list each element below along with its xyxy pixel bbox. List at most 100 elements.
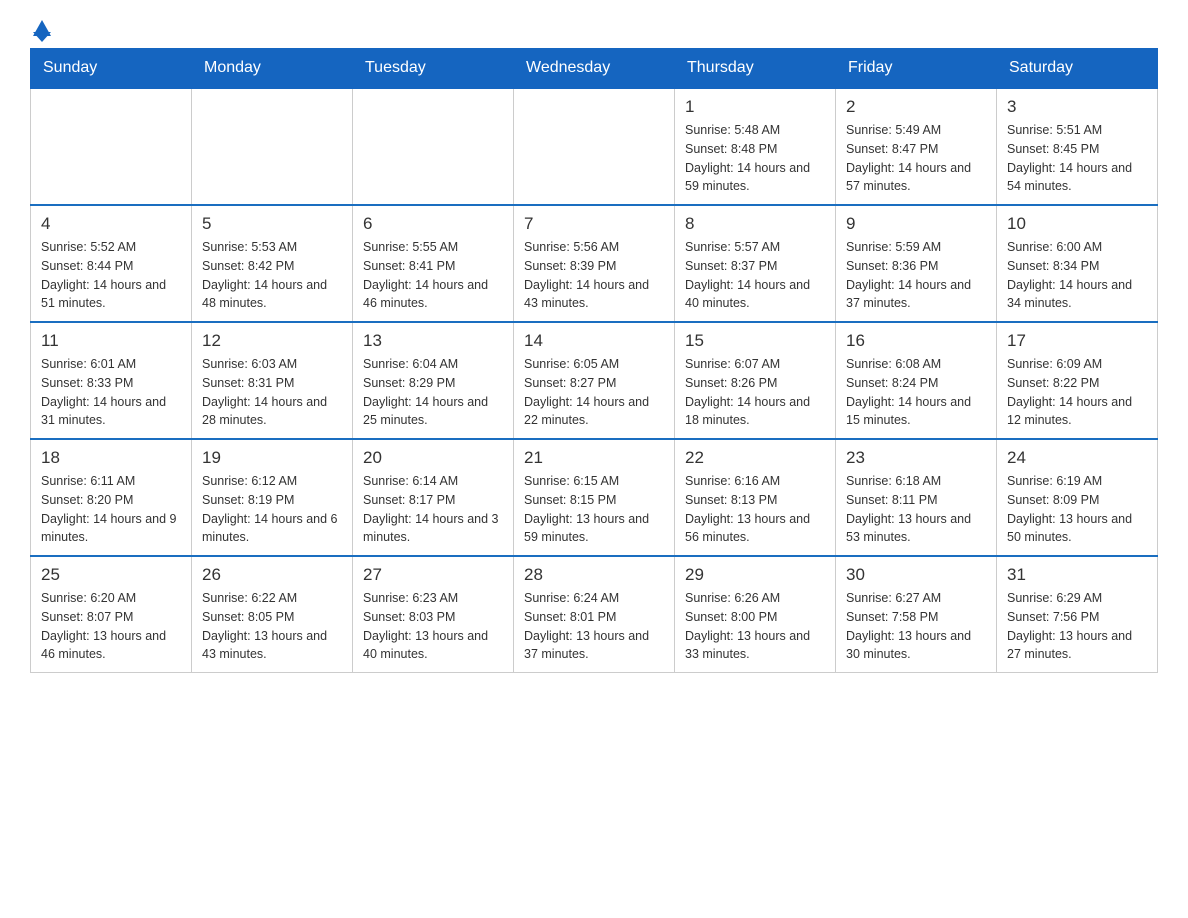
calendar-cell: 7 Sunrise: 5:56 AMSunset: 8:39 PMDaylight… [514,205,675,322]
calendar-cell: 5 Sunrise: 5:53 AMSunset: 8:42 PMDaylight… [192,205,353,322]
week-row-2: 11Sunrise: 6:01 AMSunset: 8:33 PMDayligh… [31,322,1158,439]
day-info: Sunrise: 6:26 AMSunset: 8:00 PMDaylight:… [685,589,825,664]
header [30,20,1158,38]
calendar-cell: 20 Sunrise: 6:14 AMSunset: 8:17 PMDayligh… [353,439,514,556]
weekday-header-wednesday: Wednesday [514,49,675,89]
day-number: 17 [1007,331,1147,351]
day-info: Sunrise: 5:55 AMSunset: 8:41 PMDaylight:… [363,238,503,313]
day-info: Sunrise: 6:04 AMSunset: 8:29 PMDaylight:… [363,355,503,430]
day-number: 25 [41,565,181,585]
day-info: Sunrise: 5:59 AMSunset: 8:36 PMDaylight:… [846,238,986,313]
calendar-cell [514,88,675,205]
day-number: 31 [1007,565,1147,585]
calendar-cell: 14 Sunrise: 6:05 AMSunset: 8:27 PMDayligh… [514,322,675,439]
calendar-cell: 6 Sunrise: 5:55 AMSunset: 8:41 PMDaylight… [353,205,514,322]
week-row-0: 1Sunrise: 5:48 AMSunset: 8:48 PMDaylight… [31,88,1158,205]
day-info: Sunrise: 6:08 AMSunset: 8:24 PMDaylight:… [846,355,986,430]
calendar-cell: 2 Sunrise: 5:49 AMSunset: 8:47 PMDaylight… [836,88,997,205]
day-number: 11 [41,331,181,351]
calendar-cell: 26 Sunrise: 6:22 AMSunset: 8:05 PMDayligh… [192,556,353,673]
day-number: 7 [524,214,664,234]
day-number: 20 [363,448,503,468]
day-number: 26 [202,565,342,585]
day-number: 29 [685,565,825,585]
day-info: Sunrise: 6:12 AMSunset: 8:19 PMDaylight:… [202,472,342,547]
day-info: Sunrise: 6:09 AMSunset: 8:22 PMDaylight:… [1007,355,1147,430]
day-number: 15 [685,331,825,351]
day-info: Sunrise: 6:11 AMSunset: 8:20 PMDaylight:… [41,472,181,547]
day-number: 5 [202,214,342,234]
day-info: Sunrise: 6:16 AMSunset: 8:13 PMDaylight:… [685,472,825,547]
day-number: 30 [846,565,986,585]
weekday-header-monday: Monday [192,49,353,89]
day-info: Sunrise: 6:24 AMSunset: 8:01 PMDaylight:… [524,589,664,664]
day-info: Sunrise: 6:27 AMSunset: 7:58 PMDaylight:… [846,589,986,664]
week-row-3: 18Sunrise: 6:11 AMSunset: 8:20 PMDayligh… [31,439,1158,556]
day-info: Sunrise: 6:18 AMSunset: 8:11 PMDaylight:… [846,472,986,547]
day-info: Sunrise: 6:20 AMSunset: 8:07 PMDaylight:… [41,589,181,664]
day-number: 21 [524,448,664,468]
day-info: Sunrise: 5:52 AMSunset: 8:44 PMDaylight:… [41,238,181,313]
day-number: 14 [524,331,664,351]
day-info: Sunrise: 5:49 AMSunset: 8:47 PMDaylight:… [846,121,986,196]
calendar-cell: 25 Sunrise: 6:20 AMSunset: 8:07 PMDayligh… [31,556,192,673]
day-number: 6 [363,214,503,234]
calendar-cell: 17 Sunrise: 6:09 AMSunset: 8:22 PMDayligh… [997,322,1158,439]
day-info: Sunrise: 5:53 AMSunset: 8:42 PMDaylight:… [202,238,342,313]
calendar-cell: 18Sunrise: 6:11 AMSunset: 8:20 PMDayligh… [31,439,192,556]
day-info: Sunrise: 5:48 AMSunset: 8:48 PMDaylight:… [685,121,825,196]
weekday-header-tuesday: Tuesday [353,49,514,89]
day-number: 22 [685,448,825,468]
week-row-1: 4 Sunrise: 5:52 AMSunset: 8:44 PMDaylight… [31,205,1158,322]
day-number: 13 [363,331,503,351]
day-number: 16 [846,331,986,351]
day-number: 2 [846,97,986,117]
day-number: 12 [202,331,342,351]
day-info: Sunrise: 6:03 AMSunset: 8:31 PMDaylight:… [202,355,342,430]
day-info: Sunrise: 6:14 AMSunset: 8:17 PMDaylight:… [363,472,503,547]
day-info: Sunrise: 6:19 AMSunset: 8:09 PMDaylight:… [1007,472,1147,547]
day-info: Sunrise: 6:05 AMSunset: 8:27 PMDaylight:… [524,355,664,430]
logo [30,20,51,38]
day-info: Sunrise: 6:29 AMSunset: 7:56 PMDaylight:… [1007,589,1147,664]
calendar-cell: 27 Sunrise: 6:23 AMSunset: 8:03 PMDayligh… [353,556,514,673]
weekday-header-friday: Friday [836,49,997,89]
calendar-cell: 28 Sunrise: 6:24 AMSunset: 8:01 PMDayligh… [514,556,675,673]
day-number: 4 [41,214,181,234]
calendar-cell: 4 Sunrise: 5:52 AMSunset: 8:44 PMDaylight… [31,205,192,322]
weekday-header-sunday: Sunday [31,49,192,89]
day-number: 8 [685,214,825,234]
calendar-cell: 11Sunrise: 6:01 AMSunset: 8:33 PMDayligh… [31,322,192,439]
weekday-header-saturday: Saturday [997,49,1158,89]
calendar-cell [31,88,192,205]
calendar-cell: 24Sunrise: 6:19 AMSunset: 8:09 PMDayligh… [997,439,1158,556]
calendar-cell: 3 Sunrise: 5:51 AMSunset: 8:45 PMDaylight… [997,88,1158,205]
day-number: 3 [1007,97,1147,117]
calendar-cell: 16 Sunrise: 6:08 AMSunset: 8:24 PMDayligh… [836,322,997,439]
calendar-cell: 21 Sunrise: 6:15 AMSunset: 8:15 PMDayligh… [514,439,675,556]
day-info: Sunrise: 5:51 AMSunset: 8:45 PMDaylight:… [1007,121,1147,196]
day-number: 27 [363,565,503,585]
day-number: 19 [202,448,342,468]
day-number: 23 [846,448,986,468]
calendar-cell: 9 Sunrise: 5:59 AMSunset: 8:36 PMDaylight… [836,205,997,322]
weekday-header-row: SundayMondayTuesdayWednesdayThursdayFrid… [31,49,1158,89]
calendar: SundayMondayTuesdayWednesdayThursdayFrid… [30,48,1158,673]
day-info: Sunrise: 6:15 AMSunset: 8:15 PMDaylight:… [524,472,664,547]
day-number: 10 [1007,214,1147,234]
day-info: Sunrise: 6:07 AMSunset: 8:26 PMDaylight:… [685,355,825,430]
calendar-cell: 31 Sunrise: 6:29 AMSunset: 7:56 PMDayligh… [997,556,1158,673]
calendar-cell: 10Sunrise: 6:00 AMSunset: 8:34 PMDayligh… [997,205,1158,322]
day-info: Sunrise: 5:56 AMSunset: 8:39 PMDaylight:… [524,238,664,313]
calendar-cell [192,88,353,205]
day-info: Sunrise: 6:23 AMSunset: 8:03 PMDaylight:… [363,589,503,664]
calendar-cell: 12 Sunrise: 6:03 AMSunset: 8:31 PMDayligh… [192,322,353,439]
calendar-cell: 29 Sunrise: 6:26 AMSunset: 8:00 PMDayligh… [675,556,836,673]
day-info: Sunrise: 6:22 AMSunset: 8:05 PMDaylight:… [202,589,342,664]
day-number: 28 [524,565,664,585]
day-number: 9 [846,214,986,234]
weekday-header-thursday: Thursday [675,49,836,89]
calendar-cell: 13 Sunrise: 6:04 AMSunset: 8:29 PMDayligh… [353,322,514,439]
calendar-cell [353,88,514,205]
calendar-cell: 22 Sunrise: 6:16 AMSunset: 8:13 PMDayligh… [675,439,836,556]
